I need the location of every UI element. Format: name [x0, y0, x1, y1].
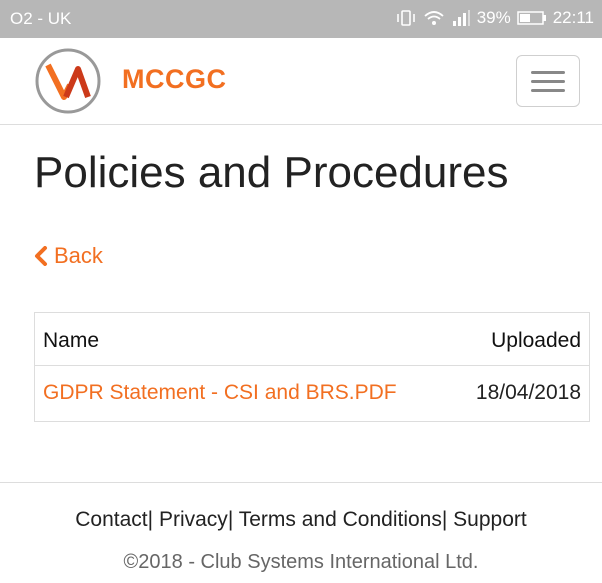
column-header-uploaded: Uploaded	[452, 312, 590, 366]
copyright-text: ©2018 - Club Systems International Ltd.	[123, 551, 479, 573]
menu-bar-icon	[531, 71, 565, 74]
footer-link-terms[interactable]: Terms and Conditions	[239, 508, 442, 531]
menu-bar-icon	[531, 80, 565, 83]
footer-links: Contact| Privacy| Terms and Conditions| …	[0, 508, 602, 532]
vibrate-icon	[396, 10, 415, 26]
wifi-icon	[424, 11, 444, 25]
navbar: MCCGC	[0, 38, 602, 125]
footer-link-privacy[interactable]: Privacy	[159, 508, 228, 531]
footer-link-contact[interactable]: Contact	[75, 508, 147, 531]
status-bar: O2 - UK 39% 22:11	[0, 0, 602, 38]
footer-separator: |	[227, 508, 234, 531]
carrier-label: O2 - UK	[10, 9, 72, 28]
table-row: GDPR Statement - CSI and BRS.PDF 18/04/2…	[35, 366, 590, 422]
club-logo[interactable]	[34, 47, 102, 115]
brand-name[interactable]: MCCGC	[122, 64, 227, 95]
battery-percent: 39%	[476, 8, 511, 27]
chevron-left-icon	[35, 246, 47, 266]
uploaded-date: 18/04/2018	[475, 381, 581, 404]
back-link[interactable]: Back	[34, 243, 103, 269]
footer-separator: |	[441, 508, 448, 531]
status-icons: 39% 22:11	[395, 8, 594, 28]
footer-separator: |	[147, 508, 154, 531]
column-header-name: Name	[34, 312, 453, 366]
footer-divider	[0, 482, 602, 483]
menu-bar-icon	[531, 89, 565, 92]
page-title: Policies and Procedures	[34, 148, 509, 197]
document-link[interactable]: GDPR Statement - CSI and BRS.PDF	[43, 381, 397, 404]
hamburger-menu-button[interactable]	[516, 55, 580, 107]
clock: 22:11	[552, 8, 594, 27]
footer-link-support[interactable]: Support	[453, 508, 527, 531]
table-header-row: Name Uploaded	[34, 312, 590, 366]
back-label: Back	[54, 243, 103, 268]
signal-icon	[452, 10, 470, 26]
documents-table: Name Uploaded GDPR Statement - CSI and B…	[34, 312, 590, 422]
battery-icon	[516, 10, 547, 26]
